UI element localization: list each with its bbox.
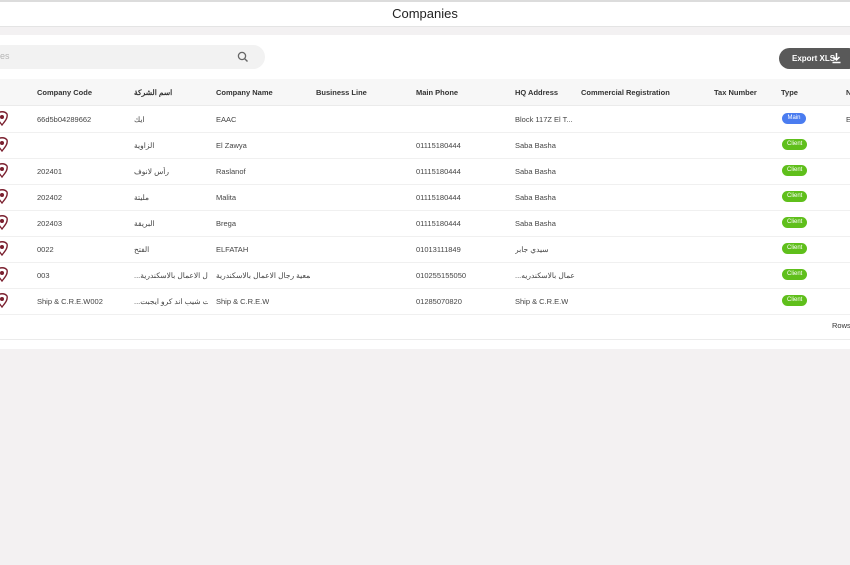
- cell-company-name: شركة جمعية رجال الاعمال بالاسكندرية: [216, 271, 310, 280]
- cell-hq-address: Block 117Z El T...: [515, 115, 573, 124]
- search-icon[interactable]: [236, 50, 250, 64]
- company-logo-icon: [0, 111, 8, 126]
- cell-company-name: Raslanof: [216, 167, 246, 176]
- cell-company-name: ELFATAH: [216, 245, 249, 254]
- column-header-hq-address[interactable]: HQ Address: [515, 88, 558, 97]
- cell-hq-address: Saba Basha: [515, 219, 556, 228]
- column-header-company-name[interactable]: Company Name: [216, 88, 273, 97]
- company-logo-icon: [0, 137, 8, 152]
- cell-hq-address: Saba Basha: [515, 167, 556, 176]
- top-divider: [0, 0, 850, 2]
- table-header: Company Code اسم الشركة Company Name Bus…: [0, 79, 850, 106]
- cell-hq-address: Ship & C.R.E.W: [515, 297, 569, 306]
- cell-arabic-name: مليتة: [134, 193, 150, 202]
- type-badge: Client: [782, 217, 808, 228]
- cell-arabic-name: ...ة رجال الاعمال بالاسكندرية: [134, 271, 208, 280]
- page-title: Companies: [392, 6, 458, 21]
- company-logo-icon: [0, 293, 8, 308]
- table-row[interactable]: 202403 البريقة Brega 01115180444 Saba Basha C…: [0, 210, 850, 237]
- cell-main-phone: 01013111849: [416, 245, 461, 254]
- column-header-main-phone[interactable]: Main Phone: [416, 88, 458, 97]
- column-header-company-code[interactable]: Company Code: [37, 88, 92, 97]
- cell-company-name: Ship & C.R.E.W: [216, 297, 270, 306]
- table-row[interactable]: 202401 رأس لانوف Raslanof 01115180444 Saba B…: [0, 158, 850, 185]
- cell-main-phone: 01115180444: [416, 167, 461, 176]
- cell-hq-address: Saba Basha: [515, 141, 556, 150]
- table-row[interactable]: 202402 مليتة Malita 01115180444 Saba Basha Cl…: [0, 184, 850, 211]
- cell-arabic-name: ايك: [134, 115, 145, 124]
- column-header-business-line[interactable]: Business Line: [316, 88, 367, 97]
- cell-company-code: 0022: [37, 245, 54, 254]
- cell-hq-address: سيدي جابر: [515, 245, 549, 254]
- company-logo-icon: [0, 189, 8, 204]
- header-bar: Companies: [0, 0, 850, 27]
- cell-company-code: 66d5b04289662: [37, 115, 92, 124]
- cell-company-name: Brega: [216, 219, 237, 228]
- type-badge: Client: [782, 243, 808, 254]
- cell-company-code: 202401: [37, 167, 63, 176]
- column-header-arabic-name[interactable]: اسم الشركة: [134, 88, 172, 97]
- cell-company-name: EAAC: [216, 115, 237, 124]
- companies-panel: es Export XLS Company Code اسم الشركة Co…: [0, 35, 850, 349]
- cell-next: E: [846, 115, 850, 124]
- cell-company-code: 202403: [37, 219, 63, 228]
- cell-company-code: 202402: [37, 193, 63, 202]
- rows-per-page-label: Rows: [832, 321, 850, 330]
- cell-company-code: 003: [37, 271, 50, 280]
- column-header-type[interactable]: Type: [781, 88, 798, 97]
- cell-main-phone: 010255155050: [416, 271, 467, 280]
- search-placeholder: es: [0, 51, 10, 61]
- table-row[interactable]: 66d5b04289662 ايك EAAC Block 117Z El T... E M…: [0, 106, 850, 133]
- cell-main-phone: 01115180444: [416, 141, 461, 150]
- cell-company-name: El Zawya: [216, 141, 247, 150]
- cell-main-phone: 01115180444: [416, 219, 461, 228]
- footer-divider: [0, 339, 850, 340]
- type-badge: Client: [782, 269, 808, 280]
- download-icon: [832, 53, 841, 64]
- table-row[interactable]: Ship & C.R.E.W002 ...حاويات شيب اند كرو ا…: [0, 288, 850, 315]
- table-row[interactable]: 003 ...ة رجال الاعمال بالاسكندرية شركة جمع…: [0, 262, 850, 289]
- type-badge: Main: [782, 113, 806, 124]
- export-label: Export XLS: [792, 54, 836, 63]
- column-header-commercial-registration[interactable]: Commercial Registration: [581, 88, 670, 97]
- cell-arabic-name: رأس لانوف: [134, 167, 169, 176]
- company-logo-icon: [0, 267, 8, 282]
- type-badge: Client: [782, 295, 808, 306]
- company-logo-icon: [0, 241, 8, 256]
- table-row[interactable]: الزاوية El Zawya 01115180444 Saba Basha Clie…: [0, 132, 850, 159]
- cell-hq-address: Saba Basha: [515, 193, 556, 202]
- column-header-tax-number[interactable]: Tax Number: [714, 88, 757, 97]
- cell-company-code: Ship & C.R.E.W002: [37, 297, 103, 306]
- export-xls-button[interactable]: Export XLS: [779, 48, 850, 69]
- cell-arabic-name: الفتح: [134, 245, 150, 254]
- cell-arabic-name: ...حاويات شيب اند كرو ايجبت: [134, 297, 208, 306]
- cell-main-phone: 01285070820: [416, 297, 462, 306]
- type-badge: Client: [782, 165, 808, 176]
- type-badge: Client: [782, 191, 808, 202]
- cell-arabic-name: الزاوية: [134, 141, 155, 150]
- cell-arabic-name: البريقة: [134, 219, 155, 228]
- type-badge: Client: [782, 139, 808, 150]
- company-logo-icon: [0, 163, 8, 178]
- company-logo-icon: [0, 215, 8, 230]
- column-header-next[interactable]: N: [846, 88, 850, 97]
- cell-company-name: Malita: [216, 193, 237, 202]
- table-row[interactable]: 0022 الفتح ELFATAH 01013111849 سيدي جابر Clie…: [0, 236, 850, 263]
- search-input[interactable]: es: [0, 45, 265, 69]
- cell-main-phone: 01115180444: [416, 193, 461, 202]
- cell-hq-address: ...ل الاعمال بالاسكندريه: [515, 271, 575, 280]
